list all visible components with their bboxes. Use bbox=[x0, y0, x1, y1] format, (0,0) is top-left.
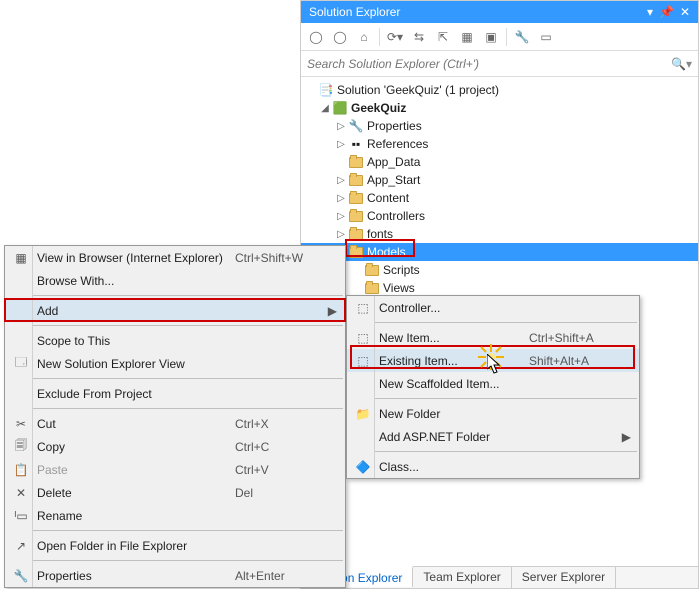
panel-title: Solution Explorer bbox=[309, 1, 400, 23]
menu-view-in-browser[interactable]: ▦ View in Browser (Internet Explorer) Ct… bbox=[5, 246, 345, 269]
properties-icon: 🔧 bbox=[9, 569, 33, 583]
sync-button[interactable]: ⇆ bbox=[408, 26, 430, 48]
window-icon: 🗔 bbox=[9, 353, 33, 374]
open-folder-icon: ↗ bbox=[9, 539, 33, 553]
toolbar: ◯ ◯ ⌂ ⟳▾ ⇆ ⇱ ▦ ▣ 🔧 ▭ bbox=[301, 23, 698, 51]
preview-button[interactable]: ▣ bbox=[480, 26, 502, 48]
tree-node-appdata[interactable]: App_Data bbox=[301, 153, 698, 171]
new-item-icon: ⬚ bbox=[351, 331, 375, 345]
tree-node-content[interactable]: ▷ Content bbox=[301, 189, 698, 207]
panel-title-bar: Solution Explorer ▾ 📌 ✕ bbox=[301, 1, 698, 23]
menu-add[interactable]: Add ▶ bbox=[5, 299, 345, 322]
folder-icon bbox=[349, 211, 363, 222]
tree-node-scripts[interactable]: Scripts bbox=[301, 261, 698, 279]
menu-rename[interactable]: ᴵ▭ Rename bbox=[5, 504, 345, 527]
submenu-arrow-icon: ▶ bbox=[619, 430, 631, 444]
tree-node-models[interactable]: ▷ Models bbox=[301, 243, 698, 261]
wrench-icon: 🔧 bbox=[348, 118, 364, 134]
cut-icon: ✂ bbox=[9, 417, 33, 431]
folder-icon bbox=[365, 265, 379, 276]
new-folder-icon: 📁 bbox=[351, 407, 375, 421]
tree-node-appstart[interactable]: ▷ App_Start bbox=[301, 171, 698, 189]
properties-button[interactable]: 🔧 bbox=[511, 26, 533, 48]
home-button[interactable]: ⌂ bbox=[353, 26, 375, 48]
tree-node-controllers[interactable]: ▷ Controllers bbox=[301, 207, 698, 225]
menu-exclude[interactable]: Exclude From Project bbox=[5, 382, 345, 405]
folder-icon bbox=[365, 283, 379, 294]
solution-node[interactable]: 📑 Solution 'GeekQuiz' (1 project) bbox=[301, 81, 698, 99]
context-menu-main: ▦ View in Browser (Internet Explorer) Ct… bbox=[4, 245, 346, 588]
class-icon: 🔷 bbox=[351, 460, 375, 474]
folder-icon bbox=[349, 229, 363, 240]
search-row: 🔍▾ bbox=[301, 51, 698, 77]
folder-icon bbox=[349, 247, 363, 258]
menu-open-folder[interactable]: ↗ Open Folder in File Explorer bbox=[5, 534, 345, 557]
menu-delete[interactable]: ✕ Delete Del bbox=[5, 481, 345, 504]
dropdown-icon[interactable]: ▾ bbox=[647, 1, 653, 23]
menu-paste: 📋 Paste Ctrl+V bbox=[5, 458, 345, 481]
menu-new-explorer-view[interactable]: 🗔 New Solution Explorer View bbox=[5, 352, 345, 375]
delete-icon: ✕ bbox=[9, 486, 33, 500]
submenu-arrow-icon: ▶ bbox=[325, 304, 337, 318]
references-icon: ▪▪ bbox=[348, 136, 364, 152]
search-input[interactable] bbox=[307, 57, 671, 71]
back-button[interactable]: ◯ bbox=[305, 26, 327, 48]
menu-aspnet-folder[interactable]: Add ASP.NET Folder ▶ bbox=[347, 425, 639, 448]
copy-icon: 🗐 bbox=[9, 436, 33, 457]
menu-scope[interactable]: Scope to This bbox=[5, 329, 345, 352]
menu-controller[interactable]: ⬚ Controller... bbox=[347, 296, 639, 319]
forward-button[interactable]: ◯ bbox=[329, 26, 351, 48]
menu-existing-item[interactable]: ⬚ Existing Item... Shift+Alt+A bbox=[347, 349, 639, 372]
collapse-button[interactable]: ⇱ bbox=[432, 26, 454, 48]
context-menu-add: ⬚ Controller... ⬚ New Item... Ctrl+Shift… bbox=[346, 295, 640, 479]
tree-node-fonts[interactable]: ▷ fonts bbox=[301, 225, 698, 243]
paste-icon: 📋 bbox=[9, 463, 33, 477]
menu-new-item[interactable]: ⬚ New Item... Ctrl+Shift+A bbox=[347, 326, 639, 349]
browser-icon: ▦ bbox=[9, 251, 33, 265]
tab-team-explorer[interactable]: Team Explorer bbox=[413, 567, 511, 588]
folder-icon bbox=[349, 175, 363, 186]
existing-item-icon: ⬚ bbox=[351, 354, 375, 368]
menu-properties[interactable]: 🔧 Properties Alt+Enter bbox=[5, 564, 345, 587]
solution-icon: 📑 bbox=[318, 82, 334, 98]
view-button[interactable]: ▭ bbox=[535, 26, 557, 48]
project-node[interactable]: ◢🟩 GeekQuiz bbox=[301, 99, 698, 117]
pin-icon[interactable]: 📌 bbox=[659, 1, 674, 23]
menu-browse-with[interactable]: Browse With... bbox=[5, 269, 345, 292]
tree: 📑 Solution 'GeekQuiz' (1 project) ◢🟩 Gee… bbox=[301, 77, 698, 301]
refresh-button[interactable]: ⟳▾ bbox=[384, 26, 406, 48]
search-icon[interactable]: 🔍▾ bbox=[671, 57, 692, 71]
folder-icon bbox=[349, 193, 363, 204]
menu-scaffolded[interactable]: New Scaffolded Item... bbox=[347, 372, 639, 395]
folder-icon bbox=[349, 157, 363, 168]
rename-icon: ᴵ▭ bbox=[9, 509, 33, 523]
show-all-button[interactable]: ▦ bbox=[456, 26, 478, 48]
menu-new-folder[interactable]: 📁 New Folder bbox=[347, 402, 639, 425]
menu-class[interactable]: 🔷 Class... bbox=[347, 455, 639, 478]
controller-icon: ⬚ bbox=[351, 301, 375, 315]
project-icon: 🟩 bbox=[332, 100, 348, 116]
bottom-tabs: Solution Explorer Team Explorer Server E… bbox=[301, 566, 698, 588]
tab-server-explorer[interactable]: Server Explorer bbox=[512, 567, 616, 588]
menu-cut[interactable]: ✂ Cut Ctrl+X bbox=[5, 412, 345, 435]
menu-copy[interactable]: 🗐 Copy Ctrl+C bbox=[5, 435, 345, 458]
tree-node-references[interactable]: ▷▪▪ References bbox=[301, 135, 698, 153]
tree-node-properties[interactable]: ▷🔧 Properties bbox=[301, 117, 698, 135]
close-icon[interactable]: ✕ bbox=[680, 1, 690, 23]
